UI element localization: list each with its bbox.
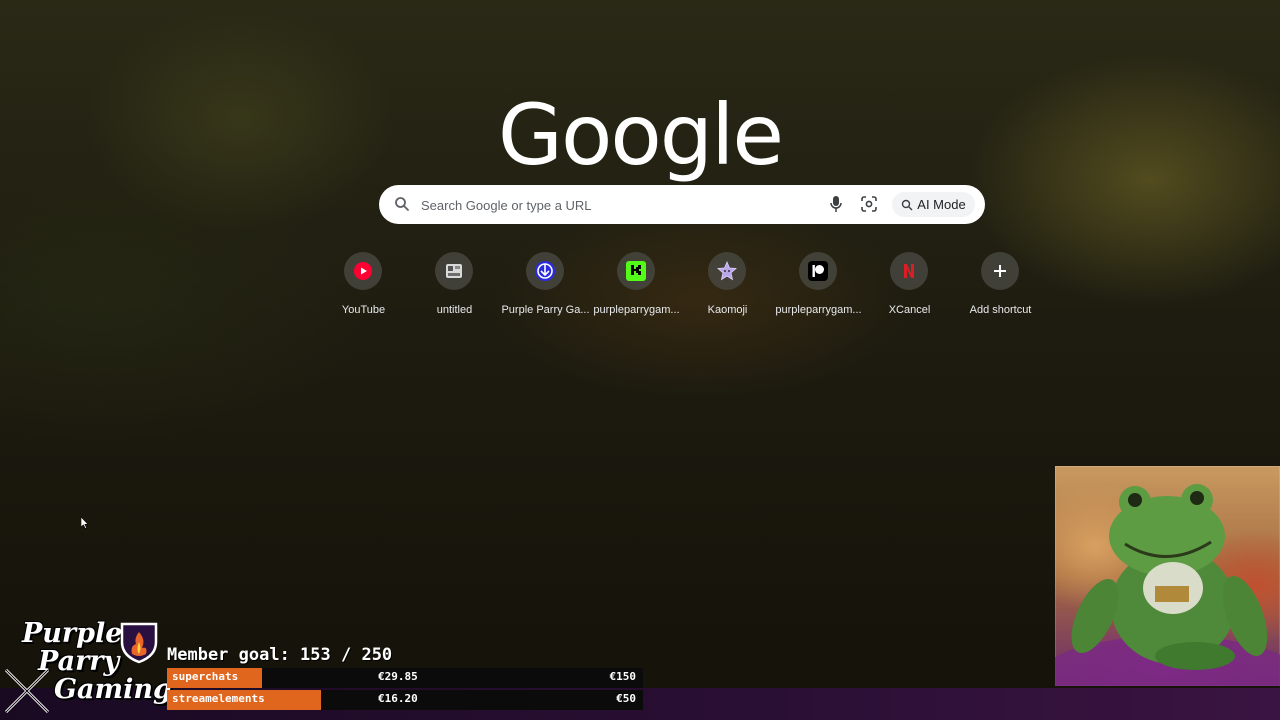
crossed-swords-icon (4, 668, 50, 714)
google-logo: Google (497, 86, 784, 184)
shortcut-tile (617, 252, 655, 290)
donation-goal: €50 (616, 692, 636, 705)
shortcut-kick[interactable]: purpleparrygam... (591, 252, 682, 324)
shortcut-tile (344, 252, 382, 290)
kaomoji-icon (717, 261, 737, 281)
shortcut-patreon[interactable]: purpleparrygam... (773, 252, 864, 324)
frog-figure-image (1055, 484, 1280, 686)
shortcut-label: untitled (436, 304, 473, 316)
shortcut-tile (799, 252, 837, 290)
webcam-frog-figure (1055, 466, 1280, 686)
mouse-cursor-icon (81, 517, 89, 529)
microphone-icon[interactable] (829, 195, 843, 213)
shortcut-label: Kaomoji (707, 304, 748, 316)
shortcut-kaomoji[interactable]: Kaomoji (682, 252, 773, 324)
purple-parry-gaming-logo: Purple Parry Gaming (2, 618, 172, 718)
purple-parry-icon (535, 261, 555, 281)
donation-amount: €29.85 (378, 670, 418, 683)
shortcut-tile (708, 252, 746, 290)
brand-line-3: Gaming (54, 674, 172, 705)
plus-icon (994, 265, 1006, 277)
donation-row-superchats: superchats €29.85 €150 (167, 668, 643, 688)
untitled-icon (446, 264, 462, 278)
xcancel-icon (904, 264, 914, 278)
shortcut-tile (526, 252, 564, 290)
shortcut-untitled[interactable]: untitled (409, 252, 500, 324)
shield-flame-icon (120, 622, 158, 664)
donation-name: streamelements (172, 692, 265, 705)
shortcut-label: YouTube (341, 304, 386, 316)
shortcut-tile (890, 252, 928, 290)
ai-search-icon (902, 199, 913, 210)
add-shortcut-button[interactable]: Add shortcut (955, 252, 1046, 324)
shortcut-tile (981, 252, 1019, 290)
shortcut-youtube[interactable]: YouTube (318, 252, 409, 324)
ai-mode-button[interactable]: AI Mode (892, 192, 975, 217)
shortcut-label: purpleparrygam... (593, 304, 680, 316)
shortcut-purple-parry[interactable]: Purple Parry Ga... (500, 252, 591, 324)
patreon-icon (808, 261, 828, 281)
kick-icon (626, 261, 646, 281)
donation-goal: €150 (609, 670, 637, 683)
donation-amount: €16.20 (378, 692, 418, 705)
member-goal-text: Member goal: 153 / 250 (167, 645, 393, 665)
brand-line-1: Purple (22, 618, 123, 649)
shortcut-label: Add shortcut (969, 304, 1032, 316)
shortcut-label: XCancel (888, 304, 931, 316)
search-input[interactable] (419, 194, 803, 216)
shortcut-tile (435, 252, 473, 290)
donation-name: superchats (172, 670, 239, 683)
search-icon (395, 197, 409, 211)
shortcut-xcancel[interactable]: XCancel (864, 252, 955, 324)
shortcut-label: purpleparrygam... (775, 304, 862, 316)
ai-mode-label: AI Mode (917, 197, 966, 212)
google-lens-icon[interactable] (861, 196, 877, 212)
youtube-icon (354, 262, 372, 280)
shortcut-label: Purple Parry Ga... (501, 304, 590, 316)
donation-row-streamelements: streamelements €16.20 €50 (167, 690, 643, 710)
search-box[interactable]: AI Mode (379, 185, 985, 224)
